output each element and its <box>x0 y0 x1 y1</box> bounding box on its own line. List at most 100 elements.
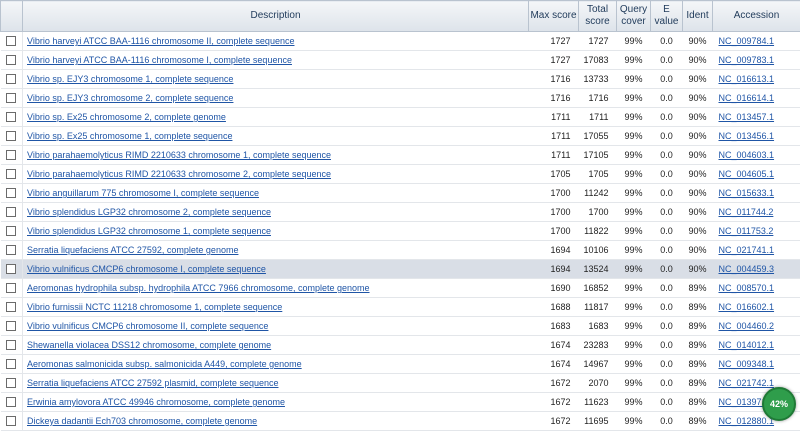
row-checkbox[interactable] <box>6 131 16 141</box>
max-score-cell-text: 1672 <box>550 378 570 388</box>
row-select-cell <box>1 51 23 70</box>
description-cell-text[interactable]: Vibrio vulnificus CMCP6 chromosome II, c… <box>27 321 268 331</box>
row-checkbox[interactable] <box>6 283 16 293</box>
description-cell: Aeromonas hydrophila subsp. hydrophila A… <box>23 279 529 298</box>
accession-cell-text[interactable]: NC_011744.2 <box>719 207 774 217</box>
ident-cell-text: 90% <box>688 188 706 198</box>
col-header-description[interactable]: Description <box>23 1 529 32</box>
row-checkbox[interactable] <box>6 150 16 160</box>
description-cell: Dickeya dadantii Ech703 chromosome, comp… <box>23 412 529 431</box>
row-select-cell <box>1 260 23 279</box>
row-checkbox[interactable] <box>6 264 16 274</box>
max-score-cell-text: 1711 <box>551 131 570 141</box>
description-cell-text[interactable]: Vibrio anguillarum 775 chromosome I, com… <box>27 188 259 198</box>
row-checkbox[interactable] <box>6 169 16 179</box>
accession-cell-text[interactable]: NC_016602.1 <box>719 302 775 312</box>
e-value-cell-text: 0.0 <box>660 150 673 160</box>
accession-cell-text[interactable]: NC_013457.1 <box>719 112 775 122</box>
description-cell-text[interactable]: Vibrio sp. Ex25 chromosome 1, complete s… <box>27 131 232 141</box>
accession-cell: NC_004459.3 <box>713 260 800 279</box>
e-value-cell: 0.0 <box>651 355 683 374</box>
col-header-accession[interactable]: Accession <box>713 1 800 32</box>
e-value-cell: 0.0 <box>651 165 683 184</box>
col-header-max-score[interactable]: Max score <box>529 1 579 32</box>
row-select-cell <box>1 89 23 108</box>
accession-cell-text[interactable]: NC_009784.1 <box>719 36 775 46</box>
accession-cell-text[interactable]: NC_004603.1 <box>719 150 775 160</box>
description-cell-text[interactable]: Serratia liquefaciens ATCC 27592 plasmid… <box>27 378 278 388</box>
description-cell-text[interactable]: Vibrio sp. EJY3 chromosome 2, complete s… <box>27 93 233 103</box>
query-cover-cell-text: 99% <box>624 378 642 388</box>
row-select-cell <box>1 317 23 336</box>
description-cell: Vibrio furnissii NCTC 11218 chromosome 1… <box>23 298 529 317</box>
description-cell-text[interactable]: Serratia liquefaciens ATCC 27592, comple… <box>27 245 238 255</box>
row-checkbox[interactable] <box>6 378 16 388</box>
description-cell-text[interactable]: Vibrio parahaemolyticus RIMD 2210633 chr… <box>27 150 331 160</box>
accession-cell: NC_008570.1 <box>713 279 800 298</box>
row-checkbox[interactable] <box>6 359 16 369</box>
row-checkbox[interactable] <box>6 74 16 84</box>
row-checkbox[interactable] <box>6 112 16 122</box>
accession-cell-text[interactable]: NC_015633.1 <box>719 188 775 198</box>
description-cell-text[interactable]: Vibrio parahaemolyticus RIMD 2210633 chr… <box>27 169 331 179</box>
ident-cell: 90% <box>683 260 713 279</box>
max-score-cell-text: 1711 <box>551 150 570 160</box>
e-value-cell: 0.0 <box>651 374 683 393</box>
ident-cell: 90% <box>683 89 713 108</box>
accession-cell-text[interactable]: NC_009783.1 <box>719 55 775 65</box>
accession-cell-text[interactable]: NC_016614.1 <box>719 93 775 103</box>
row-select-cell <box>1 32 23 51</box>
description-cell-text[interactable]: Vibrio sp. EJY3 chromosome 1, complete s… <box>27 74 233 84</box>
row-checkbox[interactable] <box>6 36 16 46</box>
col-header-total-score[interactable]: Totalscore <box>579 1 617 32</box>
row-checkbox[interactable] <box>6 321 16 331</box>
col-header-ident[interactable]: Ident <box>683 1 713 32</box>
query-cover-cell-text: 99% <box>624 131 642 141</box>
row-checkbox[interactable] <box>6 397 16 407</box>
description-cell-text[interactable]: Vibrio harveyi ATCC BAA-1116 chromosome … <box>27 36 294 46</box>
row-checkbox[interactable] <box>6 302 16 312</box>
description-cell-text[interactable]: Vibrio vulnificus CMCP6 chromosome I, co… <box>27 264 266 274</box>
total-score-cell: 23283 <box>579 336 617 355</box>
table-row: Vibrio sp. Ex25 chromosome 1, complete s… <box>1 127 800 146</box>
accession-cell-text[interactable]: NC_021741.1 <box>719 245 775 255</box>
row-checkbox[interactable] <box>6 226 16 236</box>
row-checkbox[interactable] <box>6 188 16 198</box>
row-checkbox[interactable] <box>6 207 16 217</box>
description-cell-text[interactable]: Aeromonas salmonicida subsp. salmonicida… <box>27 359 302 369</box>
row-checkbox[interactable] <box>6 55 16 65</box>
accession-cell-text[interactable]: NC_004605.1 <box>719 169 775 179</box>
total-score-cell: 11817 <box>579 298 617 317</box>
accession-cell-text[interactable]: NC_008570.1 <box>719 283 775 293</box>
col-header-e-value[interactable]: Evalue <box>651 1 683 32</box>
description-cell-text[interactable]: Aeromonas hydrophila subsp. hydrophila A… <box>27 283 370 293</box>
description-cell-text[interactable]: Vibrio furnissii NCTC 11218 chromosome 1… <box>27 302 282 312</box>
accession-cell-text[interactable]: NC_021742.1 <box>719 378 775 388</box>
accession-cell-text[interactable]: NC_016613.1 <box>719 74 775 84</box>
max-score-cell-text: 1705 <box>550 169 570 179</box>
row-checkbox[interactable] <box>6 340 16 350</box>
description-cell: Vibrio harveyi ATCC BAA-1116 chromosome … <box>23 51 529 70</box>
row-checkbox[interactable] <box>6 93 16 103</box>
row-checkbox[interactable] <box>6 245 16 255</box>
e-value-cell-text: 0.0 <box>660 397 673 407</box>
description-cell-text[interactable]: Erwinia amylovora ATCC 49946 chromosome,… <box>27 397 285 407</box>
description-cell-text[interactable]: Vibrio splendidus LGP32 chromosome 2, co… <box>27 207 271 217</box>
description-cell-text[interactable]: Vibrio harveyi ATCC BAA-1116 chromosome … <box>27 55 292 65</box>
accession-cell-text[interactable]: NC_004459.3 <box>719 264 775 274</box>
accession-cell-text[interactable]: NC_013456.1 <box>719 131 775 141</box>
query-cover-cell: 99% <box>617 127 651 146</box>
accession-cell-text[interactable]: NC_009348.1 <box>719 359 775 369</box>
e-value-cell-text: 0.0 <box>660 245 673 255</box>
accession-cell-text[interactable]: NC_014012.1 <box>719 340 775 350</box>
description-cell-text[interactable]: Vibrio sp. Ex25 chromosome 2, complete g… <box>27 112 226 122</box>
e-value-cell-text: 0.0 <box>660 74 673 84</box>
accession-cell-text[interactable]: NC_011753.2 <box>719 226 774 236</box>
col-header-query-cover[interactable]: Querycover <box>617 1 651 32</box>
description-cell-text[interactable]: Shewanella violacea DSS12 chromosome, co… <box>27 340 271 350</box>
accession-cell-text[interactable]: NC_004460.2 <box>719 321 775 331</box>
e-value-cell-text: 0.0 <box>660 207 673 217</box>
ident-cell-text: 90% <box>688 245 706 255</box>
max-score-cell: 1711 <box>529 108 579 127</box>
description-cell-text[interactable]: Vibrio splendidus LGP32 chromosome 1, co… <box>27 226 271 236</box>
